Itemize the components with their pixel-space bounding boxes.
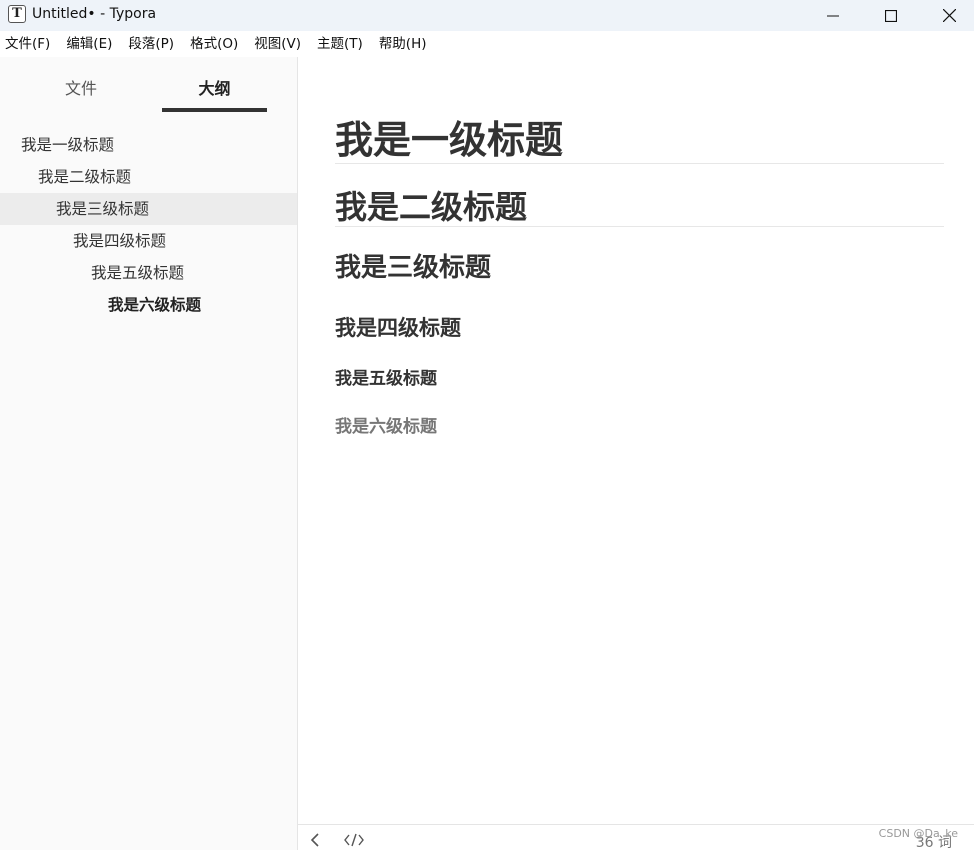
maximize-button[interactable] xyxy=(862,0,920,31)
chevron-left-icon xyxy=(310,833,319,847)
minimize-icon xyxy=(827,15,839,16)
minimize-button[interactable] xyxy=(804,0,862,31)
typora-app-icon: T xyxy=(8,5,26,23)
outline-item-h5[interactable]: 我是五级标题 xyxy=(0,257,297,289)
sidebar: 文件 大纲 我是一级标题 我是二级标题 我是三级标题 我是四级标题 我是五级标题… xyxy=(0,57,298,850)
menu-paragraph[interactable]: 段落(P) xyxy=(128,31,174,57)
menu-view[interactable]: 视图(V) xyxy=(254,31,301,57)
outline-item-h2[interactable]: 我是二级标题 xyxy=(0,161,297,193)
menu-file[interactable]: 文件(F) xyxy=(5,31,50,57)
outline-list: 我是一级标题 我是二级标题 我是三级标题 我是四级标题 我是五级标题 我是六级标… xyxy=(0,129,297,321)
outline-item-h4[interactable]: 我是四级标题 xyxy=(0,225,297,257)
outline-item-h3[interactable]: 我是三级标题 xyxy=(0,193,297,225)
toggle-sidebar-button[interactable] xyxy=(310,832,320,850)
heading-6[interactable]: 我是六级标题 xyxy=(335,415,437,439)
outline-item-h6[interactable]: 我是六级标题 xyxy=(0,289,297,321)
title-bar: T Untitled• - Typora xyxy=(0,0,974,31)
menu-theme[interactable]: 主题(T) xyxy=(317,31,363,57)
menu-format[interactable]: 格式(O) xyxy=(190,31,238,57)
heading-1-divider xyxy=(335,163,944,164)
heading-2[interactable]: 我是二级标题 xyxy=(335,187,527,227)
source-code-icon xyxy=(344,833,364,847)
outline-item-h1[interactable]: 我是一级标题 xyxy=(0,129,297,161)
menu-bar: 文件(F) 编辑(E) 段落(P) 格式(O) 视图(V) 主题(T) 帮助(H… xyxy=(0,31,974,57)
heading-4[interactable]: 我是四级标题 xyxy=(335,314,461,342)
maximize-icon xyxy=(885,9,897,22)
menu-help[interactable]: 帮助(H) xyxy=(379,31,427,57)
heading-3[interactable]: 我是三级标题 xyxy=(335,252,491,284)
menu-edit[interactable]: 编辑(E) xyxy=(66,31,112,57)
window-title: Untitled• - Typora xyxy=(32,6,157,22)
tab-outline[interactable]: 大纲 xyxy=(162,57,267,113)
editor-area[interactable]: 我是一级标题 我是二级标题 我是三级标题 我是四级标题 我是五级标题 我是六级标… xyxy=(298,57,974,824)
tab-files[interactable]: 文件 xyxy=(0,57,162,113)
heading-5[interactable]: 我是五级标题 xyxy=(335,367,437,391)
heading-1[interactable]: 我是一级标题 xyxy=(335,117,563,163)
source-code-mode-button[interactable] xyxy=(344,832,364,850)
close-icon xyxy=(942,9,956,22)
heading-2-divider xyxy=(335,226,944,227)
close-button[interactable] xyxy=(920,0,974,31)
watermark: CSDN @Da_ke xyxy=(878,827,958,840)
status-bar: 36 词 CSDN @Da_ke xyxy=(298,824,974,850)
active-tab-indicator xyxy=(162,108,267,112)
